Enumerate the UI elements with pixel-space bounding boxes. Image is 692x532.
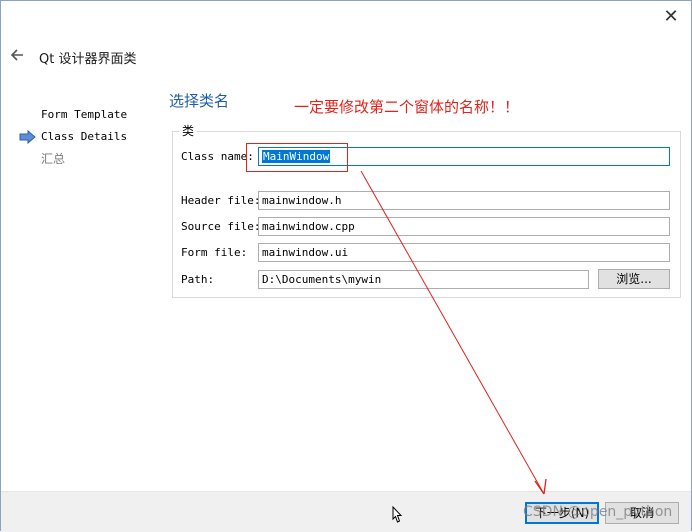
current-step-arrow-icon bbox=[19, 130, 36, 144]
red-annotation-text: 一定要修改第二个窗体的名称！！ bbox=[294, 98, 520, 116]
close-button[interactable]: ✕ bbox=[661, 7, 681, 27]
close-icon: ✕ bbox=[663, 6, 679, 27]
path-input[interactable]: D:\Documents\mywin bbox=[258, 270, 589, 289]
step-summary: 汇总 bbox=[19, 151, 127, 173]
source-file-input[interactable]: mainwindow.cpp bbox=[258, 217, 670, 236]
form-file-input[interactable]: mainwindow.ui bbox=[258, 243, 670, 262]
form-file-label: Form file: bbox=[181, 246, 248, 259]
step-label: Form Template bbox=[41, 108, 128, 121]
step-form-template: Form Template bbox=[19, 107, 127, 129]
csdn-watermark: CSDN @open_python bbox=[523, 504, 673, 520]
class-name-label: Class name: bbox=[181, 150, 254, 163]
wizard-title: Qt 设计器界面类 bbox=[39, 52, 137, 67]
step-class-details: Class Details bbox=[19, 129, 127, 151]
mouse-cursor-icon bbox=[392, 506, 403, 523]
groupbox-label: 类 bbox=[179, 122, 198, 139]
source-file-label: Source file: bbox=[181, 220, 261, 233]
browse-button[interactable]: 浏览... bbox=[598, 269, 670, 289]
header-file-label: Header file: bbox=[181, 194, 261, 207]
wizard-window: ✕ Qt 设计器界面类 Form Template Class Details … bbox=[0, 0, 692, 532]
back-arrow-icon[interactable] bbox=[7, 45, 27, 65]
wizard-steps: Form Template Class Details 汇总 bbox=[19, 107, 127, 173]
step-label: Class Details bbox=[41, 130, 128, 143]
path-label: Path: bbox=[181, 273, 215, 286]
page-title: 选择类名 bbox=[169, 92, 230, 110]
step-label: 汇总 bbox=[41, 152, 66, 166]
header-file-input[interactable]: mainwindow.h bbox=[258, 191, 670, 210]
annotation-highlight-box bbox=[246, 143, 348, 172]
